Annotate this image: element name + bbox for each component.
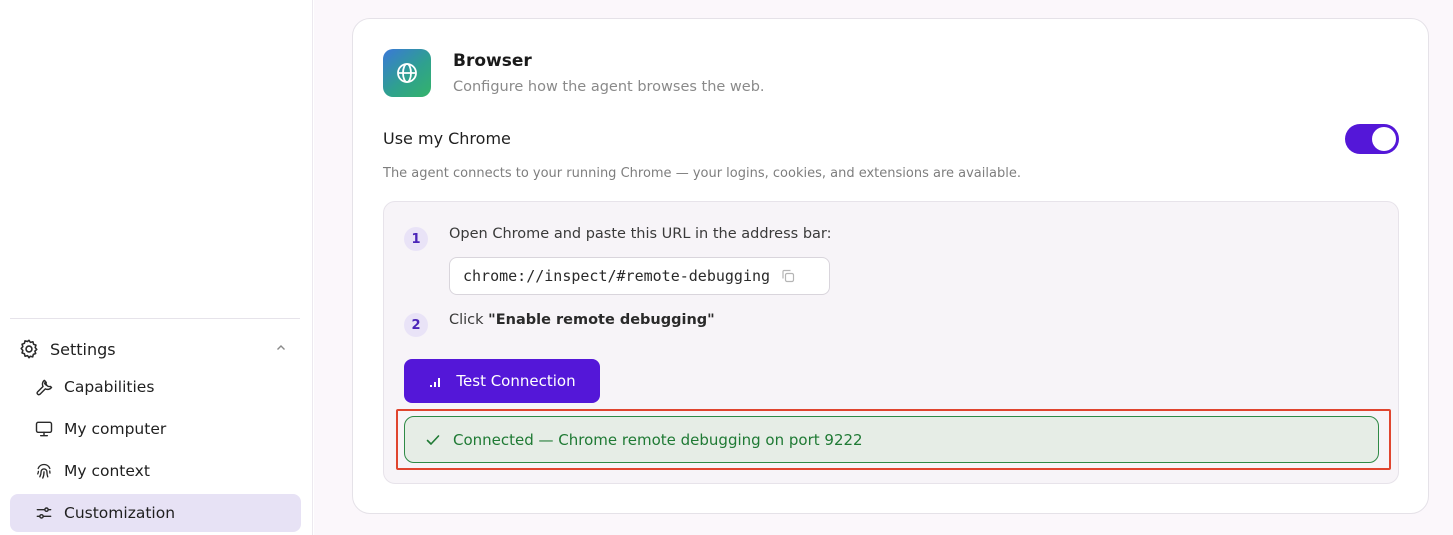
sidebar-divider — [10, 318, 300, 319]
sidebar-item-label: Capabilities — [64, 378, 155, 396]
browser-settings-card: Browser Configure how the agent browses … — [352, 18, 1429, 514]
sidebar-item-label: Customization — [64, 504, 176, 522]
step-number: 2 — [404, 313, 428, 337]
connection-status-text: Connected — Chrome remote debugging on p… — [453, 430, 863, 449]
settings-label: Settings — [50, 339, 116, 359]
use-my-chrome-toggle[interactable] — [1345, 124, 1399, 154]
sidebar-item-label: My context — [64, 462, 150, 480]
chrome-url-text[interactable]: chrome://inspect/#remote-debugging — [463, 267, 770, 285]
setup-steps-panel: 1 Open Chrome and paste this URL in the … — [383, 201, 1399, 484]
settings-group-header[interactable]: Settings — [18, 334, 298, 364]
connection-status-banner: Connected — Chrome remote debugging on p… — [404, 416, 1379, 463]
app-window: Settings Capabilities My computer My con… — [0, 0, 1453, 535]
use-my-chrome-label: Use my Chrome — [383, 129, 511, 148]
sidebar-item-my-context[interactable]: My context — [10, 452, 301, 490]
sliders-icon — [34, 503, 54, 523]
main-content: Browser Configure how the agent browses … — [314, 0, 1453, 535]
toggle-knob — [1372, 127, 1396, 151]
chevron-up-icon[interactable] — [274, 340, 288, 354]
monitor-icon — [34, 419, 54, 439]
globe-icon — [383, 49, 431, 97]
step-2-text: Click "Enable remote debugging" — [449, 312, 715, 328]
wrench-icon — [34, 377, 54, 397]
sidebar-item-label: My computer — [64, 420, 167, 438]
step-1-text: Open Chrome and paste this URL in the ad… — [449, 226, 832, 242]
card-title: Browser — [453, 51, 532, 71]
test-connection-button[interactable]: Test Connection — [404, 359, 600, 403]
sidebar: Settings Capabilities My computer My con… — [0, 0, 313, 535]
check-icon — [425, 432, 441, 448]
copy-icon[interactable] — [780, 268, 796, 284]
fingerprint-icon — [34, 461, 54, 481]
use-my-chrome-description: The agent connects to your running Chrom… — [383, 166, 1021, 181]
sidebar-item-my-computer[interactable]: My computer — [10, 410, 301, 448]
signal-icon — [428, 374, 446, 388]
test-connection-label: Test Connection — [456, 372, 576, 390]
card-subtitle: Configure how the agent browses the web. — [453, 79, 765, 95]
chrome-url-field[interactable]: chrome://inspect/#remote-debugging — [449, 257, 830, 295]
sidebar-item-customization[interactable]: Customization — [10, 494, 301, 532]
gear-icon — [18, 338, 40, 360]
sidebar-item-capabilities[interactable]: Capabilities — [10, 368, 301, 406]
step-2-prefix: Click — [449, 312, 489, 328]
step-number: 1 — [404, 227, 428, 251]
step-2-bold: "Enable remote debugging" — [488, 312, 715, 328]
